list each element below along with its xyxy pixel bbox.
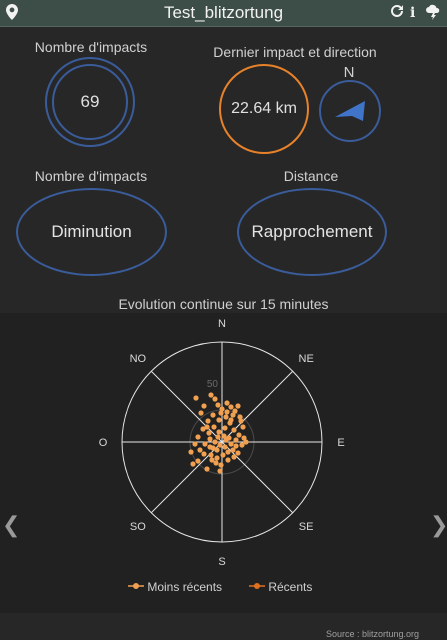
impact-point [218, 410, 224, 416]
impact-point [204, 424, 210, 430]
impact-point [222, 425, 228, 431]
impact-point [212, 396, 218, 402]
impact-point [195, 434, 201, 440]
impacts-trend-label: Nombre d'impacts [34, 168, 148, 184]
impact-point [208, 452, 214, 458]
impact-point [233, 443, 239, 449]
impact-point [217, 442, 223, 448]
direction-label: S [218, 556, 225, 568]
impact-point [197, 447, 203, 453]
impact-point [220, 452, 226, 458]
impact-point [190, 461, 196, 467]
direction-label: O [99, 437, 108, 449]
impact-point [233, 437, 239, 443]
impact-point [226, 435, 232, 441]
source-credit[interactable]: Source : blitzortung.org [326, 629, 419, 639]
polar-spoke [221, 441, 294, 514]
impact-point [214, 455, 220, 461]
impact-point [228, 404, 234, 410]
distance-trend-indicator: Rapprochement [237, 188, 387, 276]
info-icon[interactable]: i [410, 4, 415, 22]
direction-label: NE [299, 353, 314, 365]
impact-point [209, 457, 215, 463]
impact-point [206, 430, 212, 436]
impact-point [224, 400, 230, 406]
impact-point [221, 433, 227, 439]
impact-point [228, 417, 234, 423]
impacts-count-label: Nombre d'impacts [34, 39, 148, 55]
direction-compass [319, 80, 381, 142]
last-impact-label: Dernier impact et direction [213, 44, 377, 60]
impact-point [212, 439, 218, 445]
impacts-count-value: 69 [80, 92, 100, 111]
direction-label: N [218, 318, 226, 330]
impact-point [198, 410, 204, 416]
impact-point [222, 444, 228, 450]
impact-point [225, 449, 231, 455]
distance-trend-value: Rapprochement [251, 222, 373, 241]
legend-item-moins-recents[interactable]: Moins récents [128, 580, 222, 594]
direction-label: E [337, 437, 344, 449]
impact-point [240, 424, 246, 430]
impact-point [214, 447, 220, 453]
last-impact-distance-value: 22.64 km [231, 100, 297, 117]
impact-point [195, 458, 201, 464]
legend-marker-icon [128, 583, 144, 589]
radial-tick-label: 50 [207, 379, 219, 390]
impact-point [241, 435, 247, 441]
direction-label: NO [130, 353, 147, 365]
impact-point [231, 454, 237, 460]
impact-point [208, 392, 214, 398]
impact-point [204, 466, 210, 472]
impacts-trend-value: Diminution [51, 222, 132, 241]
impact-point [238, 418, 244, 424]
direction-label: SE [299, 521, 314, 533]
next-arrow-icon[interactable]: ❯ [430, 512, 447, 538]
last-impact-distance-gauge: 22.64 km [219, 64, 309, 154]
direction-label: SO [130, 521, 146, 533]
refresh-icon[interactable] [390, 4, 404, 22]
impact-point [188, 449, 194, 455]
impact-point [202, 441, 208, 447]
impact-point [216, 417, 222, 423]
impact-point [230, 412, 236, 418]
impact-point [224, 409, 230, 415]
impact-point [228, 441, 234, 447]
impact-point [236, 432, 242, 438]
legend-label: Récents [268, 580, 313, 594]
impact-point [215, 402, 221, 408]
app-header: Test_blitzortung i [0, 0, 447, 27]
impact-point [235, 450, 241, 456]
impact-point [231, 427, 237, 433]
impact-point [223, 414, 229, 420]
legend-item-recents[interactable]: Récents [249, 580, 312, 594]
north-label: N [343, 64, 355, 81]
impact-point [218, 462, 224, 468]
impacts-count-outer-ring: 69 [45, 57, 135, 147]
impact-point [201, 451, 207, 457]
thunderstorm-icon[interactable] [425, 4, 441, 24]
impact-point [217, 468, 223, 474]
legend-marker-icon [249, 583, 265, 589]
impact-point [207, 436, 213, 442]
impacts-trend-indicator: Diminution [16, 188, 167, 276]
impact-point [193, 395, 199, 401]
direction-arrow-icon [335, 101, 365, 121]
impact-point [211, 424, 217, 430]
impact-point [192, 441, 198, 447]
distance-trend-label: Distance [283, 168, 339, 184]
impact-point [215, 434, 221, 440]
polar-chart: N NE E SE S SO O NO 50 [99, 318, 345, 568]
previous-arrow-icon[interactable]: ❮ [2, 512, 20, 538]
impact-point [201, 403, 207, 409]
impact-point [216, 429, 222, 435]
impacts-count-gauge: 69 [52, 64, 128, 140]
impact-point [225, 457, 231, 463]
impact-point [205, 418, 211, 424]
impact-point [235, 403, 241, 409]
legend-label: Moins récents [147, 580, 223, 594]
page-title: Test_blitzortung [163, 3, 284, 22]
impact-point [210, 412, 216, 418]
chart-title: Evolution continue sur 15 minutes [118, 296, 329, 312]
